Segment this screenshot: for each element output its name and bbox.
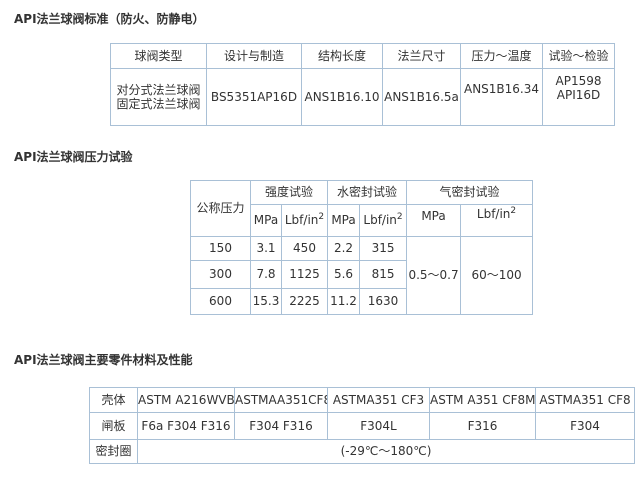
test-cell: AP1598 API16D [542, 68, 615, 126]
pressure-group-row: 公称压力 强度试验 水密封试验 气密封试验 [190, 180, 534, 237]
table-row: 密封圈 (-29℃～180℃) [89, 439, 635, 464]
standards-heading: API法兰球阀标准（防火、防静电） [14, 12, 205, 26]
unit-mpa: MPa [250, 204, 282, 237]
header-length: 结构长度 [301, 43, 383, 69]
valve-type-cell: 对分式法兰球阀 固定式法兰球阀 [110, 68, 207, 126]
standards-header-row: 球阀类型 设计与制造 结构长度 法兰尺寸 压力～温度 试验～检验 [110, 43, 615, 69]
unit-mpa: MPa [327, 204, 361, 237]
material-cell: ASTM A216WVB [137, 387, 235, 413]
table-row: 壳体 ASTM A216WVB ASTMAA351CF8 ASTMA351 CF… [89, 387, 635, 413]
header-pressure-temp: 压力～温度 [460, 43, 543, 69]
materials-heading: API法兰球阀主要零件材料及性能 [14, 353, 193, 367]
flange-cell: ANS1B16.5a [382, 68, 461, 126]
standards-table: 球阀类型 设计与制造 结构长度 法兰尺寸 压力～温度 试验～检验 对分式法兰球阀… [110, 43, 615, 126]
nominal-cell: 600 [190, 288, 251, 315]
design-cell: BS5351AP16D [206, 68, 302, 126]
water-seal-header: 水密封试验 [327, 180, 408, 205]
header-design: 设计与制造 [206, 43, 302, 69]
row-label-gate: 闸板 [89, 412, 138, 440]
unit-lbf: Lbf/in2 [359, 204, 408, 237]
table-row: 闸板 F6a F304 F316 F304 F316 F304L F316 F3… [89, 412, 635, 440]
water-mpa-cell: 5.6 [327, 260, 361, 289]
water-lbf-cell: 815 [359, 260, 408, 289]
pressure-temp-cell: ANS1B16.34 [460, 68, 543, 126]
row-label-seal: 密封圈 [89, 439, 138, 464]
material-cell: F304 F316 [234, 412, 328, 440]
water-lbf-cell: 315 [359, 236, 408, 261]
material-cell: ASTM A351 CF8M [429, 387, 536, 413]
nominal-cell: 300 [190, 260, 251, 289]
header-flange: 法兰尺寸 [382, 43, 461, 69]
material-cell: ASTMAA351CF8 [234, 387, 328, 413]
header-valve-type: 球阀类型 [110, 43, 207, 69]
air-mpa-cell: 0.5～0.7 [406, 236, 462, 315]
standards-data-row: 对分式法兰球阀 固定式法兰球阀 BS5351AP16D ANS1B16.10 A… [110, 68, 615, 126]
unit-lbf: Lbf/in2 [280, 204, 329, 237]
strength-mpa-cell: 15.3 [250, 288, 282, 315]
air-seal-header: 气密封试验 [406, 180, 534, 205]
material-cell: F6a F304 F316 [137, 412, 235, 440]
material-cell: F304L [327, 412, 430, 440]
strength-lbf-cell: 450 [280, 236, 329, 261]
header-test: 试验～检验 [542, 43, 615, 69]
pressure-test-heading: API法兰球阀压力试验 [14, 150, 133, 164]
strength-mpa-cell: 7.8 [250, 260, 282, 289]
strength-lbf-cell: 2225 [280, 288, 329, 315]
nominal-pressure-header: 公称压力 [190, 180, 251, 237]
material-cell: F316 [429, 412, 536, 440]
strength-lbf-cell: 1125 [280, 260, 329, 289]
material-cell: ASTMA351 CF3 [327, 387, 430, 413]
seal-temperature-cell: (-29℃～180℃) [137, 439, 635, 464]
unit-lbf: Lbf/in2 [460, 204, 534, 237]
strength-test-header: 强度试验 [249, 180, 329, 205]
air-lbf-cell: 60～100 [460, 236, 534, 315]
length-cell: ANS1B16.10 [301, 68, 383, 126]
nominal-cell: 150 [190, 236, 251, 261]
material-cell: ASTMA351 CF8 [535, 387, 635, 413]
strength-mpa-cell: 3.1 [250, 236, 282, 261]
water-mpa-cell: 11.2 [327, 288, 361, 315]
table-row: 150 3.1 450 2.2 315 0.5～0.7 60～100 [190, 236, 534, 315]
materials-table: 壳体 ASTM A216WVB ASTMAA351CF8 ASTMA351 CF… [89, 387, 635, 464]
unit-mpa: MPa [406, 204, 462, 237]
row-label-body: 壳体 [89, 387, 138, 413]
material-cell: F304 [535, 412, 635, 440]
water-lbf-cell: 1630 [359, 288, 408, 315]
water-mpa-cell: 2.2 [327, 236, 361, 261]
pressure-test-table: 公称压力 强度试验 水密封试验 气密封试验 MPa Lbf/in2 MPa Lb… [190, 180, 534, 315]
